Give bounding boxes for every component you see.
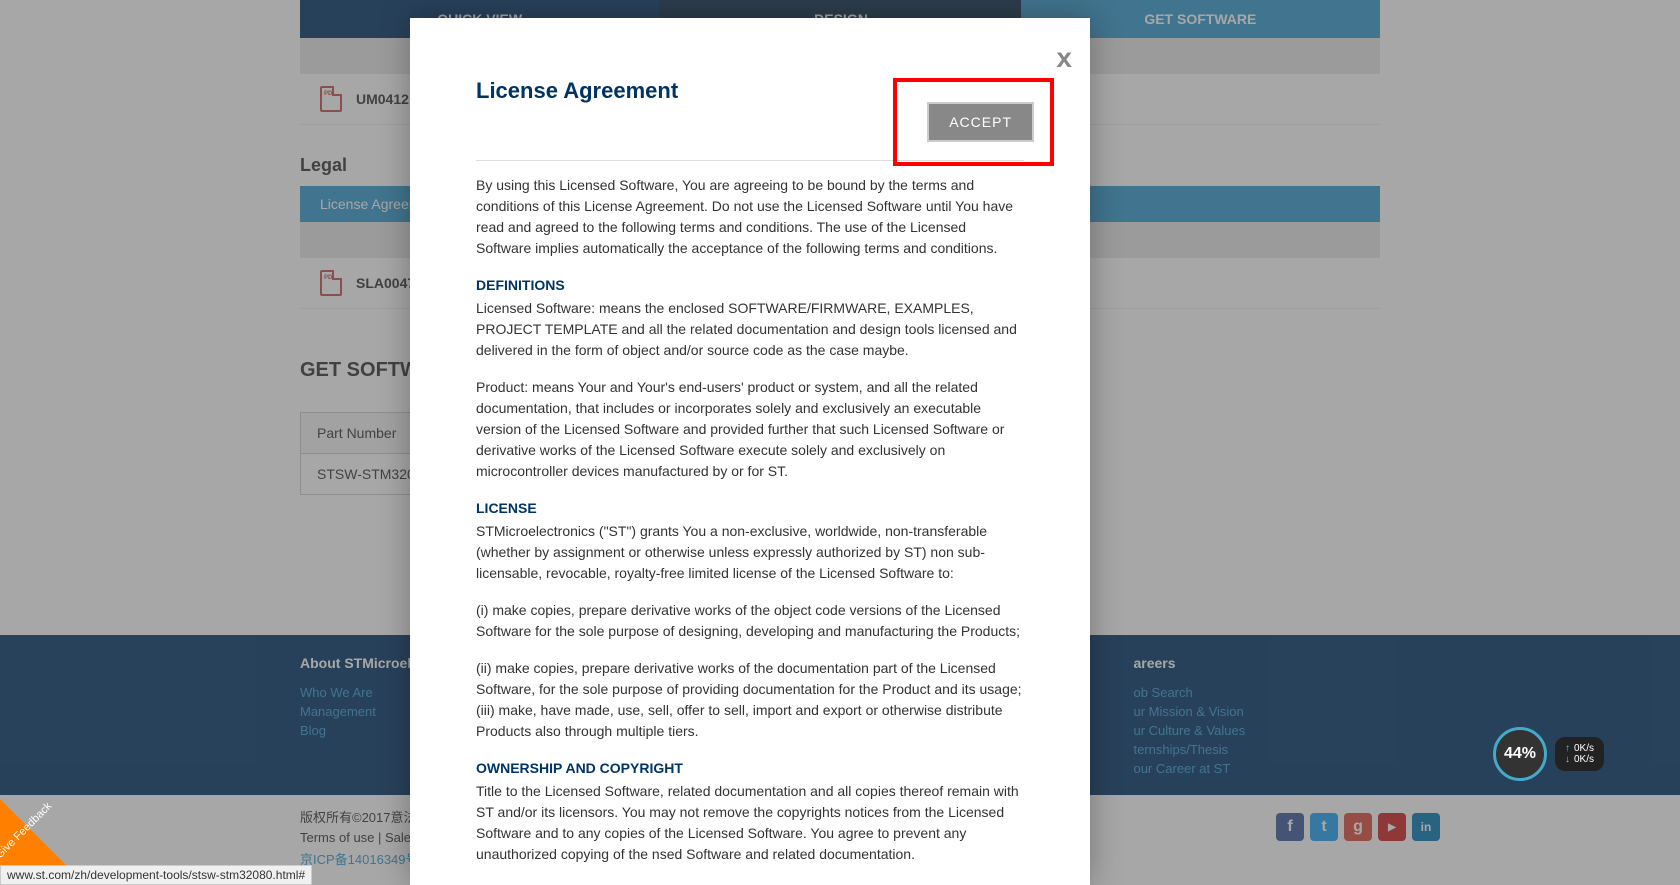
- upload-speed: 0K/s: [1574, 743, 1594, 754]
- accept-highlight-box: ACCEPT: [893, 78, 1054, 166]
- download-speed: 0K/s: [1574, 754, 1594, 765]
- license-heading: LICENSE: [476, 498, 1024, 519]
- definition-licensed-software: Licensed Software: means the enclosed SO…: [476, 298, 1024, 361]
- license-agreement-modal: x License Agreement ACCEPT By using this…: [410, 18, 1090, 885]
- network-speed-box: ↑ 0K/s ↓ 0K/s: [1555, 737, 1604, 771]
- modal-body: By using this Licensed Software, You are…: [476, 175, 1024, 865]
- license-clause-i: (i) make copies, prepare derivative work…: [476, 600, 1024, 642]
- network-percent-circle: 44%: [1493, 727, 1547, 781]
- upload-arrow-icon: ↑: [1565, 743, 1570, 754]
- download-arrow-icon: ↓: [1565, 754, 1570, 765]
- browser-status-bar: www.st.com/zh/development-tools/stsw-stm…: [0, 865, 312, 885]
- definition-product: Product: means Your and Your's end-users…: [476, 377, 1024, 482]
- license-clause-ii: (ii) make copies, prepare derivative wor…: [476, 658, 1024, 700]
- license-clause-iii: (iii) make, have made, use, sell, offer …: [476, 700, 1024, 742]
- definitions-heading: DEFINITIONS: [476, 275, 1024, 296]
- license-grant: STMicroelectronics ("ST") grants You a n…: [476, 521, 1024, 584]
- close-icon[interactable]: x: [1056, 42, 1072, 74]
- ownership-text: Title to the Licensed Software, related …: [476, 781, 1024, 865]
- license-intro: By using this Licensed Software, You are…: [476, 175, 1024, 259]
- network-monitor-widget[interactable]: 44% ↑ 0K/s ↓ 0K/s: [1493, 727, 1604, 781]
- ownership-heading: OWNERSHIP AND COPYRIGHT: [476, 758, 1024, 779]
- accept-button[interactable]: ACCEPT: [927, 102, 1034, 142]
